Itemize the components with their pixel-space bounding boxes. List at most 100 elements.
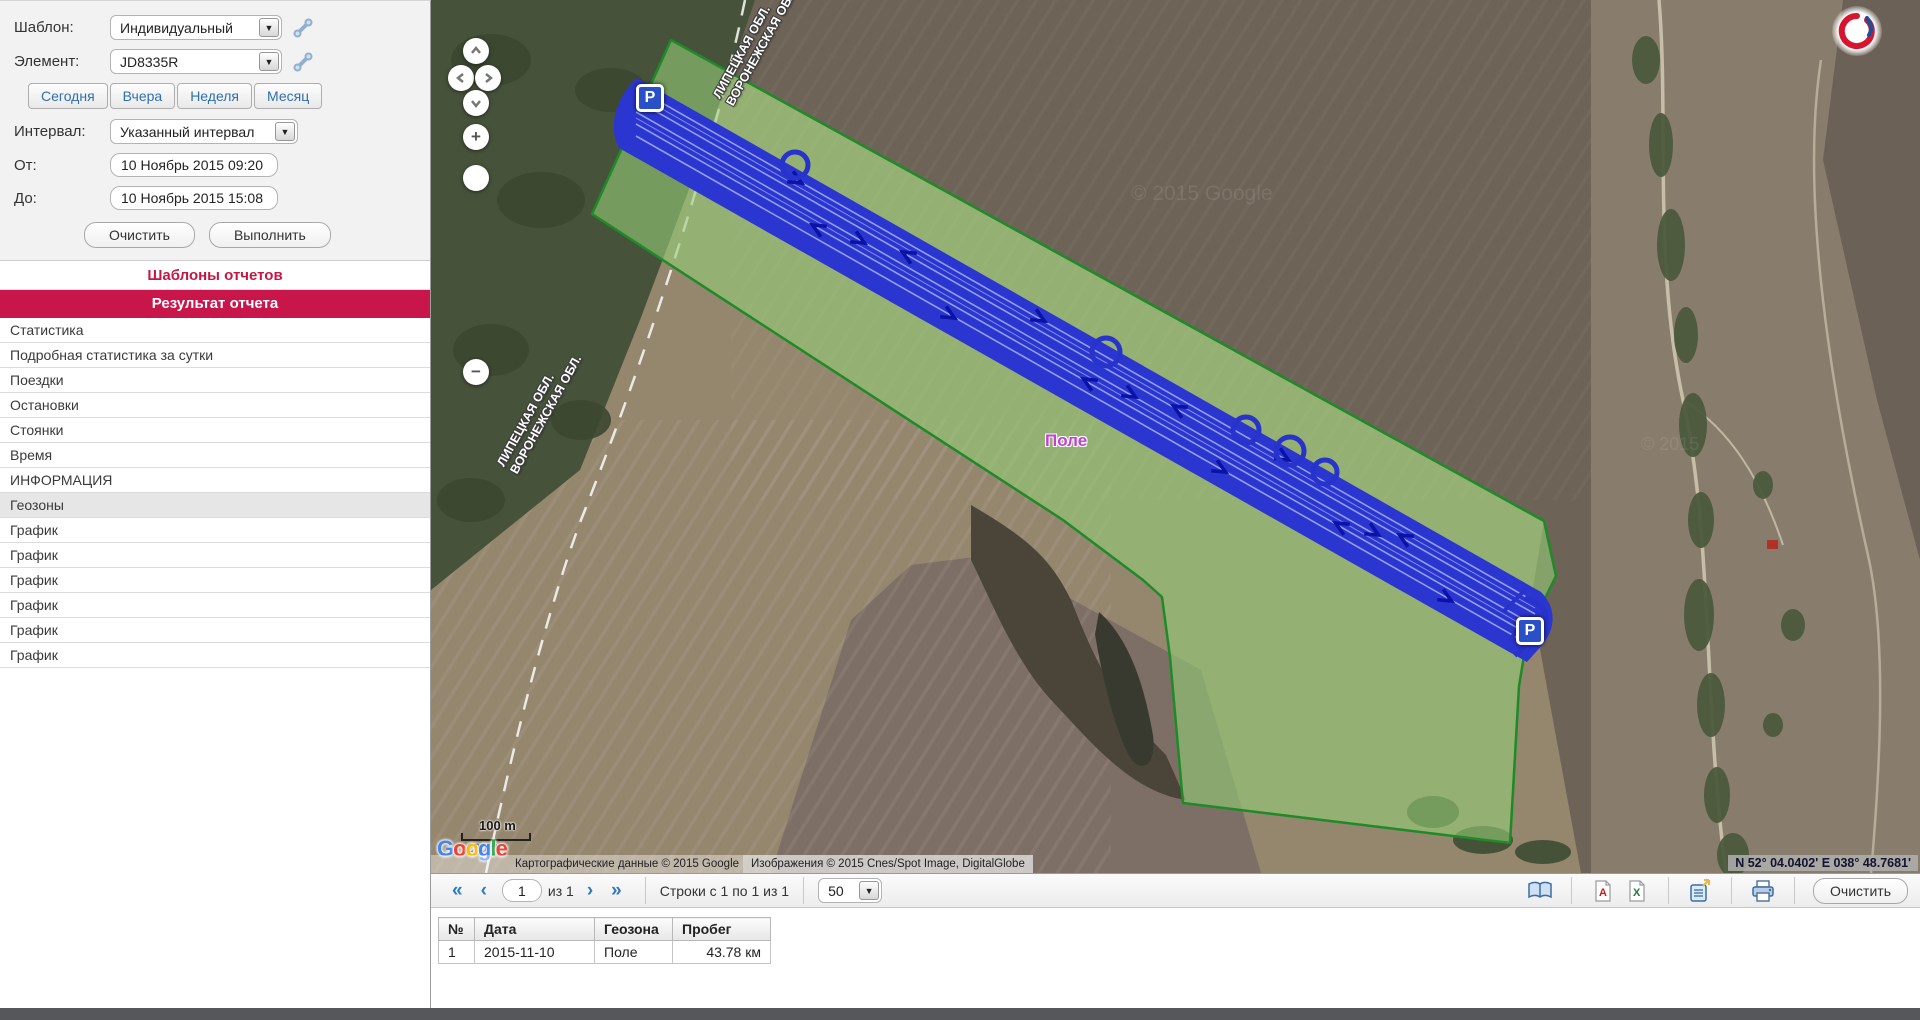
next-page-button[interactable]: › (578, 880, 602, 902)
zoom-slider-handle[interactable] (463, 165, 489, 191)
pan-down-button[interactable] (463, 90, 489, 116)
chevron-down-icon[interactable]: ▼ (259, 52, 279, 71)
attribution-imagery: Изображения © 2015 Cnes/Spot Image, Digi… (743, 855, 1033, 873)
pan-up-button[interactable] (463, 38, 489, 64)
chevron-down-icon[interactable]: ▼ (275, 122, 295, 141)
prev-page-button[interactable]: ‹ (472, 880, 496, 902)
map-attribution: Картографические данные © 2015 Google Из… (431, 855, 1033, 873)
to-datetime-field[interactable] (110, 186, 278, 210)
divider (1731, 877, 1732, 904)
gps-report-app: Шаблон: Индивидуальный ▼ Элемент: JD8335… (0, 0, 1920, 1020)
divider (1668, 877, 1669, 904)
svg-text:© 2015: © 2015 (1641, 434, 1699, 454)
page-size-value: 50 (828, 883, 855, 899)
report-view-button[interactable] (1523, 877, 1557, 905)
attribution-cartography: Картографические данные © 2015 Google (431, 855, 743, 873)
template-label: Шаблон: (14, 19, 110, 36)
cursor-coordinates: N 52° 04.0402' E 038° 48.7681' (1728, 855, 1918, 871)
excel-icon: X (1628, 880, 1646, 902)
wrench-icon[interactable] (292, 51, 314, 73)
col-header-number: № (439, 918, 475, 941)
templates-header[interactable]: Шаблоны отчетов (0, 261, 430, 290)
report-result-header[interactable]: Результат отчета (0, 290, 430, 318)
export-pdf-button[interactable]: A (1586, 877, 1620, 905)
run-report-button[interactable]: Выполнить (209, 222, 331, 248)
divider (1794, 877, 1795, 904)
sidebar-item-chart-6[interactable]: График (0, 643, 430, 668)
svg-text:A: A (1599, 887, 1607, 899)
sidebar-item-parkings[interactable]: Стоянки (0, 418, 430, 443)
sidebar-item-statistics[interactable]: Статистика (0, 318, 430, 343)
pdf-icon: A (1594, 880, 1612, 902)
table-row[interactable]: 1 2015-11-10 Поле 43.78 км (439, 941, 771, 964)
clear-results-button[interactable]: Очистить (1813, 878, 1908, 904)
sidebar-item-chart-4[interactable]: График (0, 593, 430, 618)
zoom-out-button[interactable]: − (463, 359, 489, 385)
period-week-button[interactable]: Неделя (177, 83, 252, 109)
divider (645, 877, 646, 904)
sidebar-item-chart-3[interactable]: График (0, 568, 430, 593)
satellite-map: © 2015 Google © 2015 (431, 0, 1920, 873)
parking-marker-end[interactable]: P (1516, 617, 1544, 645)
interval-value: Указанный интервал (120, 124, 271, 140)
report-sidebar: Шаблон: Индивидуальный ▼ Элемент: JD8335… (0, 0, 431, 1008)
map-canvas[interactable]: © 2015 Google © 2015 (431, 0, 1920, 873)
chevron-down-icon[interactable]: ▼ (859, 881, 879, 900)
pan-left-button[interactable] (448, 65, 474, 91)
sidebar-item-stops[interactable]: Остановки (0, 393, 430, 418)
brand-logo-icon (1834, 8, 1880, 54)
zoom-in-button[interactable]: + (463, 124, 489, 150)
template-value: Индивидуальный (120, 20, 255, 36)
template-select[interactable]: Индивидуальный ▼ (110, 15, 282, 40)
sidebar-item-geozones[interactable]: Геозоны (0, 493, 430, 518)
page-count-label: из 1 (548, 883, 574, 899)
interval-select[interactable]: Указанный интервал ▼ (110, 119, 298, 144)
col-header-geozone: Геозона (595, 918, 673, 941)
pagination-bar: « ‹ из 1 › » Строки с 1 по 1 из 1 50 ▼ (431, 873, 1920, 908)
document-export-icon (1688, 879, 1712, 903)
interval-label: Интервал: (14, 123, 110, 140)
geozone-report-table: № Дата Геозона Пробег 1 2015-11-10 Поле … (438, 917, 771, 964)
print-button[interactable] (1746, 877, 1780, 905)
export-report-button[interactable] (1683, 877, 1717, 905)
pan-right-button[interactable] (475, 65, 501, 91)
element-select[interactable]: JD8335R ▼ (110, 49, 282, 74)
brand-logo (1832, 6, 1882, 56)
chevron-down-icon[interactable]: ▼ (259, 18, 279, 37)
page-number-input[interactable] (502, 879, 542, 902)
col-header-date: Дата (475, 918, 595, 941)
period-buttons: Сегодня Вчера Неделя Месяц (28, 83, 420, 109)
cell-number: 1 (439, 941, 475, 964)
report-form: Шаблон: Индивидуальный ▼ Элемент: JD8335… (0, 1, 430, 261)
parking-marker-start[interactable]: P (636, 84, 664, 112)
table-header-row: № Дата Геозона Пробег (439, 918, 771, 941)
book-icon (1527, 881, 1553, 901)
export-excel-button[interactable]: X (1620, 877, 1654, 905)
sidebar-item-chart-5[interactable]: График (0, 618, 430, 643)
period-yesterday-button[interactable]: Вчера (110, 83, 176, 109)
sidebar-item-information[interactable]: ИНФОРМАЦИЯ (0, 468, 430, 493)
sidebar-item-time[interactable]: Время (0, 443, 430, 468)
element-label: Элемент: (14, 53, 110, 70)
sidebar-item-trips[interactable]: Поездки (0, 368, 430, 393)
from-label: От: (14, 157, 110, 174)
sidebar-item-chart-1[interactable]: График (0, 518, 430, 543)
element-value: JD8335R (120, 54, 255, 70)
clear-form-button[interactable]: Очистить (84, 222, 195, 248)
period-month-button[interactable]: Месяц (254, 83, 322, 109)
col-header-mileage: Пробег (673, 918, 771, 941)
wrench-icon[interactable] (292, 17, 314, 39)
svg-text:© 2015 Google: © 2015 Google (1131, 182, 1273, 205)
cell-geozone: Поле (595, 941, 673, 964)
page-size-select[interactable]: 50 ▼ (818, 878, 882, 903)
sidebar-item-daily-statistics[interactable]: Подробная статистика за сутки (0, 343, 430, 368)
period-today-button[interactable]: Сегодня (28, 83, 108, 109)
divider (803, 877, 804, 904)
sidebar-item-chart-2[interactable]: График (0, 543, 430, 568)
from-datetime-field[interactable] (110, 153, 278, 177)
rows-info-label: Строки с 1 по 1 из 1 (660, 883, 789, 899)
last-page-button[interactable]: » (602, 880, 631, 902)
cell-mileage: 43.78 км (673, 941, 771, 964)
first-page-button[interactable]: « (443, 880, 472, 902)
to-label: До: (14, 190, 110, 207)
